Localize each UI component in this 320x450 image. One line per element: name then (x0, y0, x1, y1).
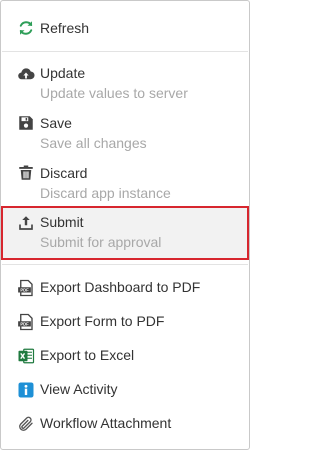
menu-item-description: Submit for approval (40, 234, 162, 250)
upload-icon (17, 214, 35, 232)
pdf-icon: PDF (17, 313, 35, 331)
divider (2, 51, 248, 52)
trash-icon (17, 164, 35, 182)
info-icon (17, 381, 35, 399)
menu-item-label: Update (40, 65, 86, 81)
menu-item-update[interactable]: Update Update values to server (2, 59, 248, 105)
pdf-icon: PDF (17, 279, 35, 297)
menu-item-label: Save (40, 115, 72, 131)
menu-item-description: Save all changes (40, 135, 147, 151)
refresh-icon (17, 19, 35, 37)
menu-item-label: View Activity (40, 381, 118, 397)
menu-item-label: Workflow Attachment (40, 415, 172, 431)
cloud-upload-icon (17, 65, 35, 83)
context-menu: Refresh Update Update values to server S… (0, 0, 250, 450)
menu-item-label: Export to Excel (40, 347, 135, 363)
menu-item-export-excel[interactable]: Export to Excel (2, 341, 248, 371)
menu-item-export-form-pdf[interactable]: PDF Export Form to PDF (2, 307, 248, 337)
menu-item-view-activity[interactable]: View Activity (2, 375, 248, 405)
menu-item-refresh[interactable]: Refresh (2, 13, 248, 43)
divider (2, 264, 248, 265)
svg-text:PDF: PDF (20, 321, 29, 326)
menu-item-label: Refresh (40, 20, 90, 36)
menu-item-workflow-attachment[interactable]: Workflow Attachment (2, 409, 248, 439)
menu-item-label: Discard (40, 165, 88, 181)
menu-item-description: Update values to server (40, 85, 188, 101)
paperclip-icon (17, 415, 35, 433)
menu-item-label: Submit (40, 214, 84, 230)
menu-item-submit[interactable]: Submit Submit for approval (1, 206, 249, 260)
floppy-disk-icon (17, 114, 35, 132)
menu-item-description: Discard app instance (40, 185, 171, 201)
svg-text:PDF: PDF (20, 287, 29, 292)
menu-item-label: Export Form to PDF (40, 313, 165, 329)
menu-item-export-dashboard-pdf[interactable]: PDF Export Dashboard to PDF (2, 273, 248, 303)
menu-item-save[interactable]: Save Save all changes (2, 109, 248, 155)
menu-item-discard[interactable]: Discard Discard app instance (2, 159, 248, 205)
menu-item-label: Export Dashboard to PDF (40, 279, 201, 295)
excel-icon (17, 347, 35, 365)
